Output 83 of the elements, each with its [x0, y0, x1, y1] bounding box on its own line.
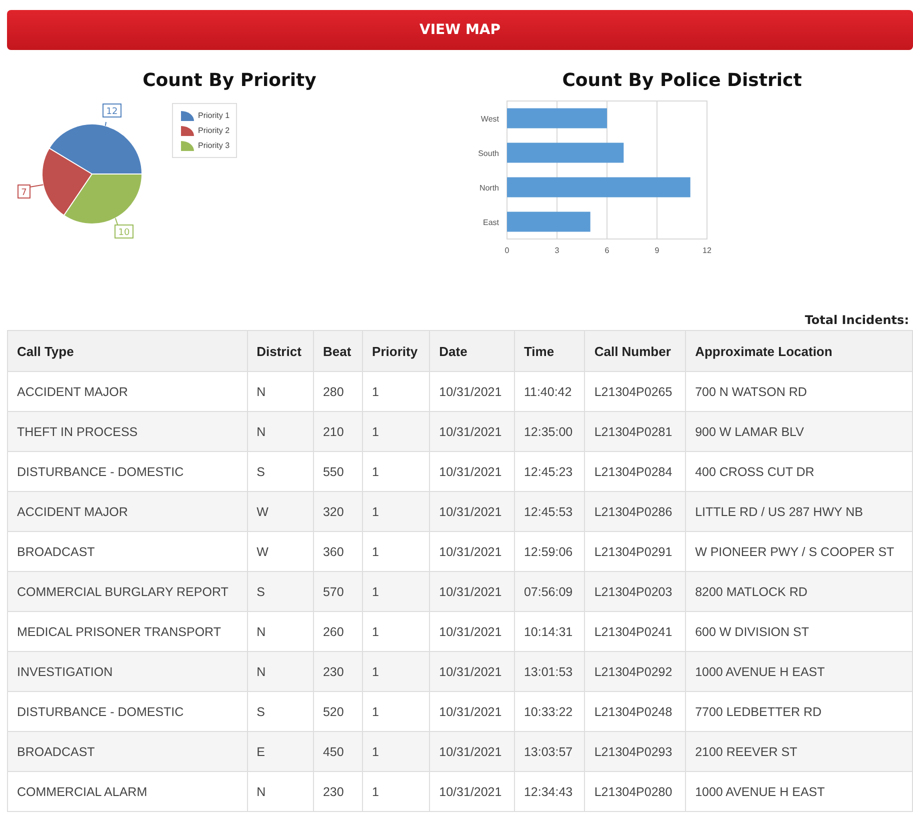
table-cell: 10/31/2021 [430, 492, 514, 532]
axis-tick-label: 12 [702, 246, 712, 255]
data-label: 7 [18, 184, 30, 198]
legend-swatch-icon [181, 110, 194, 120]
table-cell: 230 [313, 652, 363, 692]
column-header: Approximate Location [686, 330, 912, 372]
table-cell: 8200 MATLOCK RD [686, 572, 912, 612]
table-cell: S [247, 572, 314, 612]
data-label: 7 [21, 188, 27, 198]
column-header: Priority [362, 330, 430, 372]
table-cell: L21304P0203 [584, 572, 686, 612]
legend-swatch-icon [181, 140, 194, 150]
column-header: District [247, 330, 314, 372]
table-cell: 10/31/2021 [430, 732, 514, 772]
data-label: 10 [114, 224, 134, 238]
axis-tick-label: 6 [604, 246, 610, 255]
table-cell: N [247, 772, 314, 812]
table-cell: 12:45:53 [514, 492, 585, 532]
table-cell: 1000 AVENUE H EAST [686, 772, 912, 812]
table-cell: L21304P0280 [584, 772, 686, 812]
table-cell: 210 [313, 412, 363, 452]
table-cell: THEFT IN PROCESS [8, 412, 248, 452]
table-cell: L21304P0293 [584, 732, 686, 772]
axis-category-label: North [479, 183, 499, 192]
table-cell: 1 [362, 412, 430, 452]
table-cell: 10/31/2021 [430, 412, 514, 452]
table-cell: 10/31/2021 [430, 572, 514, 612]
table-cell: 10/31/2021 [430, 772, 514, 812]
chart-title: Count By Police District [562, 70, 802, 91]
table-cell: 450 [313, 732, 363, 772]
table-cell: ACCIDENT MAJOR [8, 492, 248, 532]
legend-swatch-icon [181, 126, 194, 136]
table-cell: 230 [313, 772, 363, 812]
table-cell: LITTLE RD / US 287 HWY NB [686, 492, 912, 532]
table-cell: 1000 AVENUE H EAST [686, 652, 912, 692]
table-cell: W [247, 492, 314, 532]
table-cell: COMMERCIAL BURGLARY REPORT [8, 572, 248, 612]
table-cell: INVESTIGATION [8, 652, 248, 692]
table-cell: 10/31/2021 [430, 652, 514, 692]
table-cell: 1 [362, 772, 430, 812]
table-cell: 13:03:57 [514, 732, 585, 772]
table-cell: N [247, 412, 314, 452]
table-cell: 900 W LAMAR BLV [686, 412, 912, 452]
table-cell: 1 [362, 492, 430, 532]
table-cell: COMMERCIAL ALARM [8, 772, 248, 812]
table-cell: 12:35:00 [514, 412, 585, 452]
table-cell: L21304P0292 [584, 652, 686, 692]
table-cell: E [247, 732, 314, 772]
axis-category-label: East [482, 218, 499, 227]
table-cell: BROADCAST [8, 732, 248, 772]
table-cell: L21304P0281 [584, 412, 686, 452]
axis-tick-label: 9 [654, 246, 660, 255]
column-header: Beat [313, 330, 363, 372]
column-header: Time [514, 330, 585, 372]
table-cell: 12:34:43 [514, 772, 585, 812]
table-cell: 2100 REEVER ST [686, 732, 912, 772]
data-label: 10 [118, 228, 130, 238]
table-cell: 320 [313, 492, 363, 532]
table-cell: N [247, 652, 314, 692]
axis-category-label: South [478, 148, 499, 158]
column-header: Call Type [8, 330, 248, 372]
leader-line [30, 184, 44, 188]
data-label: 12 [102, 104, 122, 118]
table-cell: 570 [313, 572, 363, 612]
table-cell: 07:56:09 [514, 572, 585, 612]
view-map-button[interactable]: VIEW MAP [7, 10, 913, 50]
table-cell: 1 [362, 732, 430, 772]
column-header: Call Number [584, 330, 686, 372]
legend-label: Priority 2 [198, 126, 230, 135]
data-label: 12 [106, 107, 118, 117]
legend-label: Priority 3 [198, 141, 230, 150]
leader-line [104, 122, 106, 126]
axis-tick-label: 0 [504, 246, 510, 255]
total-incidents-label: Total Incidents: [804, 312, 910, 329]
legend-label: Priority 1 [198, 111, 230, 120]
axis-category-label: West [480, 114, 499, 124]
table-cell: 1 [362, 652, 430, 692]
table-cell: 13:01:53 [514, 652, 585, 692]
table-cell: 1 [362, 572, 430, 612]
column-header: Date [430, 330, 514, 372]
chart-title: Count By Priority [142, 70, 316, 91]
table-cell: L21304P0286 [584, 492, 686, 532]
axis-tick-label: 3 [554, 246, 560, 255]
